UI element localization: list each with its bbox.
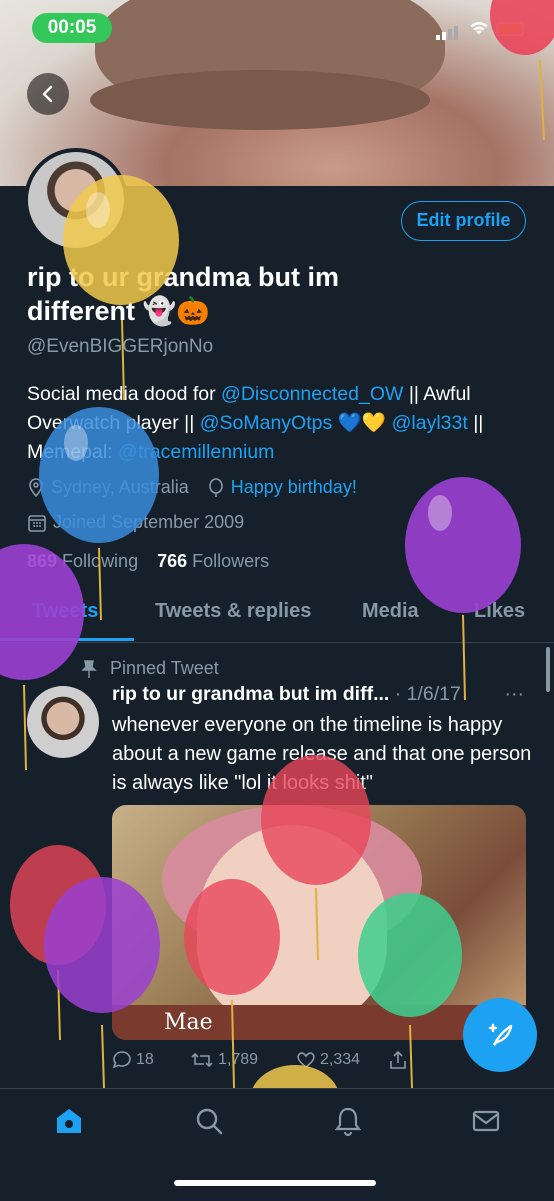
birthday-balloons-overlay: [0, 0, 554, 1135]
messages-icon[interactable]: [470, 1105, 502, 1137]
home-indicator[interactable]: [174, 1180, 376, 1186]
balloon-icon: [44, 877, 160, 1089]
notifications-icon[interactable]: [332, 1105, 364, 1137]
balloon-icon: [184, 879, 280, 1089]
balloon-icon: [0, 544, 84, 771]
balloon-icon: [490, 0, 554, 141]
search-icon[interactable]: [193, 1105, 225, 1137]
balloon-icon: [358, 893, 462, 1089]
home-icon[interactable]: [53, 1105, 85, 1137]
balloon-icon: [405, 477, 521, 701]
balloon-icon: [63, 175, 179, 401]
